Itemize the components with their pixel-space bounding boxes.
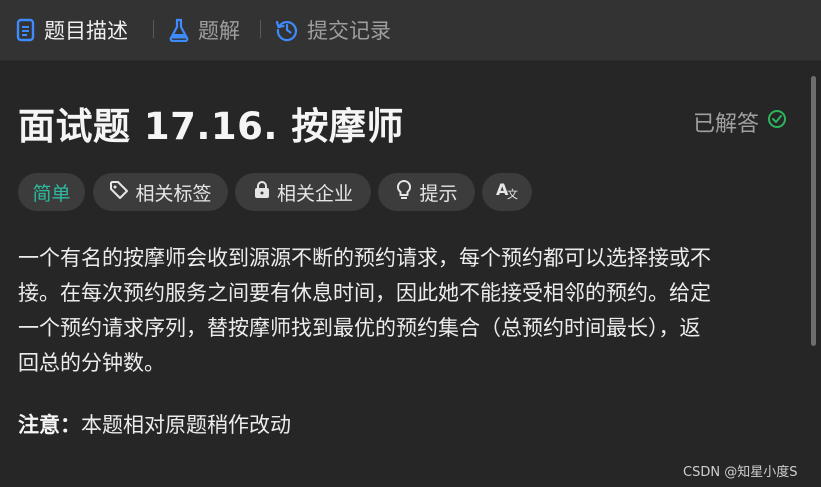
related-companies-label: 相关企业 [276,182,353,205]
check-circle-icon [767,109,787,135]
document-icon [16,18,36,42]
problem-note: 注意：本题相对原题稍作改动 [18,409,291,441]
svg-text:文: 文 [507,187,518,200]
translate-button[interactable]: A文 [482,173,532,211]
tab-description-label: 题目描述 [44,19,128,43]
solved-status: 已解答 [693,106,787,138]
scrollbar[interactable] [811,76,816,346]
description-line: 回总的分钟数。 [18,351,165,375]
hints-label: 提示 [419,182,458,205]
description-line: 一个有名的按摩师会收到源源不断的预约请求，每个预约都可以选择接或不 [18,246,711,270]
watermark: CSDN @知星小度S [683,465,798,480]
note-text: 本题相对原题稍作改动 [81,413,291,437]
tab-solutions[interactable]: 题解 [168,14,240,46]
difficulty-badge: 简单 [18,173,85,211]
lock-icon [253,180,271,205]
flask-icon [168,18,190,42]
description-line: 一个预约请求序列，替按摩师找到最优的预约集合（总预约时间最长），返 [18,316,701,340]
tab-solutions-label: 题解 [198,19,240,43]
related-companies-button[interactable]: 相关企业 [235,173,371,211]
problem-description: 一个有名的按摩师会收到源源不断的预约请求，每个预约都可以选择接或不 接。在每次预… [18,241,798,381]
related-tags-button[interactable]: 相关标签 [93,173,228,211]
solved-label: 已解答 [693,112,760,137]
related-tags-label: 相关标签 [135,182,212,205]
lightbulb-icon [395,179,413,206]
tab-divider [260,20,261,38]
history-icon [275,18,299,42]
tab-divider [153,20,154,38]
tab-submissions-label: 提交记录 [307,19,391,43]
hints-button[interactable]: 提示 [378,173,475,211]
problem-title: 面试题 17.16. 按摩师 [18,105,404,148]
translate-icon: A文 [496,180,518,205]
tag-icon [109,180,129,205]
tab-submissions[interactable]: 提交记录 [275,14,391,46]
difficulty-label: 简单 [32,182,71,205]
description-line: 接。在每次预约服务之间要有休息时间，因此她不能接受相邻的预约。给定 [18,281,711,305]
tab-bar: 题目描述 题解 提交记录 [0,0,821,61]
note-label: 注意： [18,413,81,437]
tab-description[interactable]: 题目描述 [16,14,128,46]
